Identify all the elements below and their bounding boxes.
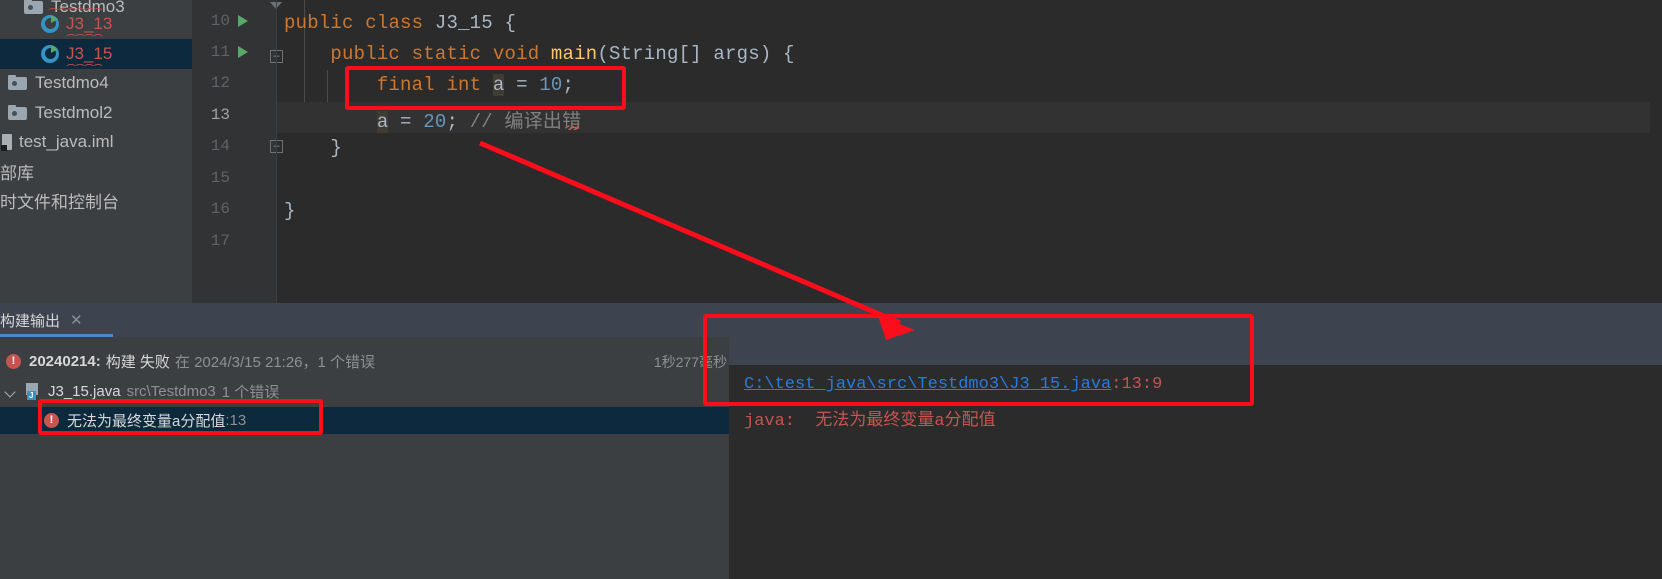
output-message-text: 无法为最终变量a分配值 [815,412,996,431]
output-message-line: java: 无法为最终变量a分配值 [744,405,996,431]
build-file-row[interactable]: J J3_15.java src\Testdmo3 1 个错误 [0,378,733,405]
chevron-down-icon[interactable] [4,385,17,398]
class-name: J3_15 [434,12,493,34]
editor-scrollbar[interactable] [1650,0,1662,303]
output-file-link[interactable]: C:\test_java\src\Testdmo3\J3_15.java [744,375,1111,394]
tree-item-testdmo4[interactable]: Testdmo4 [0,68,192,98]
error-icon [6,353,21,369]
class-icon [40,14,60,34]
tree-item-label: J3_13 [66,14,113,33]
build-time-label: 在 2024/3/15 21:26，1 个错误 [174,354,376,371]
code-line-11[interactable]: public static void main(String[] args) { [284,43,795,65]
code-line-12[interactable]: final int a = 10; [284,74,574,96]
build-tool-window[interactable]: 构建输出 ✕ 20240214: 构建 失败 在 2024/3/15 21:26… [0,303,1662,579]
tree-item-test-java-iml[interactable]: test_java.iml [0,127,192,157]
folder-icon [8,75,28,91]
tree-item-label: Testdmo4 [35,73,109,92]
tree-item-label: J3_15 [66,44,113,63]
build-console-output[interactable]: C:\test_java\src\Testdmo3\J3_15.java:13:… [729,337,1662,579]
build-error-message: 无法为最终变量a分配值 [67,413,226,430]
build-summary-row[interactable]: 20240214: 构建 失败 在 2024/3/15 21:26，1 个错误 … [0,348,735,375]
build-status-label: 构建 失败 [105,354,170,371]
java-file-icon: J [25,383,41,400]
tab-build-output[interactable]: 构建输出 ✕ [0,303,83,337]
build-error-row[interactable]: 无法为最终变量a分配值 :13 [0,407,773,434]
line-number: 16 [210,200,230,218]
line-number: 10 [210,12,230,30]
error-underline [566,126,579,130]
line-number: 14 [210,137,230,155]
code-editor[interactable]: 10 11 12 13 14 15 16 17 – – public class… [192,0,1662,303]
run-gutter-icon[interactable] [238,15,248,27]
tree-item-label: 部库 [0,163,34,183]
class-icon [40,44,60,64]
code-line-16[interactable]: } [284,200,296,222]
build-id-label: 20240214: [29,353,101,370]
build-file-error-count: 1 个错误 [221,384,280,401]
error-squiggle: ︵︵︵︵ [66,32,124,36]
gutter-divider [276,0,277,303]
build-tab-bar[interactable]: 构建输出 ✕ [0,303,1662,337]
tab-label: 构建输出 [0,312,61,330]
error-squiggle: ︵︵︵︵ [66,62,124,66]
line-number: 15 [210,169,230,187]
tree-item-external-libraries[interactable]: 部库 [0,156,192,186]
tree-item-label: Testdmol2 [35,103,113,122]
build-results-tree[interactable]: 20240214: 构建 失败 在 2024/3/15 21:26，1 个错误 … [0,337,773,579]
code-line-14[interactable]: } [284,137,342,159]
output-link-line[interactable]: C:\test_java\src\Testdmo3\J3_15.java:13:… [744,375,1162,394]
tree-item-label: 时文件和控制台 [0,192,119,212]
error-icon [44,412,59,428]
iml-file-icon [0,133,14,151]
build-console-header [729,337,1662,365]
code-line-13[interactable]: a = 20; // 编译出错 [284,106,581,133]
project-tree-panel[interactable]: Testdmo3 ︵︵︵︵︵︵ J3_13 ︵︵︵︵ J3_15 ︵︵︵︵ Te… [0,0,192,303]
editor-gutter[interactable]: 10 11 12 13 14 15 16 17 – – [192,0,283,303]
output-message-prefix: java: [744,412,796,431]
build-file-name: J3_15.java [48,383,121,400]
code-line-10[interactable]: public class J3_15 { [284,12,516,34]
run-gutter-icon[interactable] [238,46,248,58]
output-file-position: :13:9 [1111,375,1163,394]
line-number: 13 [210,106,230,124]
tree-item-scratches-consoles[interactable]: 时文件和控制台 [0,185,192,215]
build-duration-label: 1秒277毫秒 [653,353,727,370]
folder-icon [8,105,28,121]
build-error-position: :13 [225,412,247,429]
line-number: 11 [210,43,230,61]
line-number: 12 [210,74,230,92]
tree-item-label: test_java.iml [19,132,114,151]
close-icon[interactable]: ✕ [70,311,83,329]
tree-item-testdmol2[interactable]: Testdmol2 [0,98,192,128]
build-file-path: src\Testdmo3 [126,383,216,400]
line-number: 17 [210,232,230,250]
